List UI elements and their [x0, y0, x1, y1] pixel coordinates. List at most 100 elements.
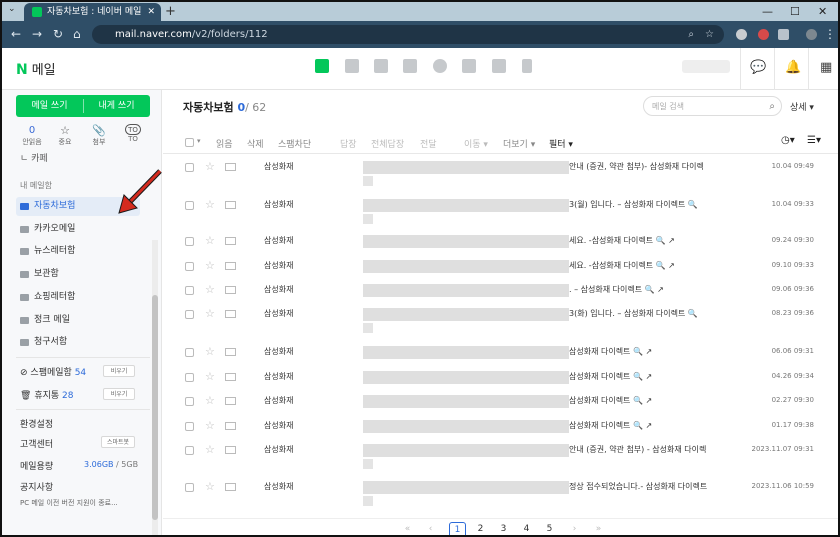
star-icon[interactable]: ☆ [205, 198, 215, 211]
calendar-service-icon[interactable] [345, 59, 359, 73]
subject[interactable]: 삼성화재 다이렉트 🔍 ↗ [569, 395, 652, 406]
support-link[interactable]: 고객센터 [20, 437, 53, 450]
folder-bills[interactable]: 청구서함 [16, 333, 140, 352]
naver-logo[interactable]: N 메일 [16, 59, 56, 78]
more-button[interactable]: 더보기 ▾ [503, 137, 535, 150]
profile-avatar-icon[interactable] [806, 29, 817, 40]
subject[interactable]: . – 삼성화재 다이렉트 🔍 ↗ [569, 284, 664, 295]
new-tab-icon[interactable]: + [165, 2, 176, 21]
row-checkbox[interactable] [185, 373, 194, 382]
spam-block-button[interactable]: 스팸차단 [278, 137, 311, 150]
close-window-icon[interactable]: ✕ [818, 2, 827, 21]
last-page-icon[interactable]: » [590, 522, 607, 535]
star-icon[interactable]: ☆ [205, 394, 215, 407]
row-checkbox[interactable] [185, 422, 194, 431]
row-checkbox[interactable] [185, 397, 194, 406]
star-icon[interactable]: ☆ [205, 480, 215, 493]
mail-row[interactable]: ☆ 삼성화재 정상 접수되었습니다.- 삼성화재 다이렉트 2023.11.06 10… [163, 476, 838, 506]
star-icon[interactable]: ☆ [205, 419, 215, 432]
user-account[interactable] [682, 60, 730, 73]
compose-self-button[interactable]: 내게 쓰기 [83, 95, 150, 117]
folder-archive[interactable]: 보관함 [16, 265, 140, 284]
browser-menu-icon[interactable]: ⋮ [824, 26, 836, 42]
row-checkbox[interactable] [185, 201, 194, 210]
forward-button[interactable]: 전달 [420, 137, 437, 150]
prev-page-icon[interactable]: ‹ [422, 522, 439, 535]
mail-row[interactable]: ☆ 삼성화재 삼성화재 다이렉트 🔍 ↗ 01.17 09:38 [163, 415, 838, 438]
row-checkbox[interactable] [185, 237, 194, 246]
row-checkbox[interactable] [185, 262, 194, 271]
reply-all-button[interactable]: 전체답장 [371, 137, 404, 150]
mail-row[interactable]: ☆ 삼성화재 삼성화재 다이렉트 🔍 ↗ 02.27 09:30 [163, 390, 838, 413]
mail-row[interactable]: ☆ 삼성화재 세요. -삼성화재 다이렉트 🔍 ↗ 09.10 09:33 [163, 255, 838, 278]
mail-row[interactable]: ☆ 삼성화재 안내 (증권, 약관 첨부) - 삼성화재 다이렉 2023.11.07… [163, 439, 838, 469]
empty-trash-button[interactable]: 비우기 [103, 388, 135, 400]
move-button[interactable]: 이동 ▾ [464, 137, 488, 150]
notice-text[interactable]: PC 메일 이전 버전 지원이 종료... [20, 498, 118, 508]
folder-kakao[interactable]: 카카오메일 [16, 220, 140, 239]
empty-spam-button[interactable]: 비우기 [103, 365, 135, 377]
subject[interactable]: 안내 (증권, 약관 첨부)- 삼성화재 다이렉 [569, 161, 704, 172]
home-service-icon[interactable] [492, 59, 506, 73]
contacts-service-icon[interactable] [403, 59, 417, 73]
mail-row[interactable]: ☆ 삼성화재 세요. -삼성화재 다이렉트 🔍 ↗ 09.24 09:30 [163, 230, 838, 253]
tab-search-icon[interactable]: ⌄ [8, 4, 16, 14]
bookmark-star-icon[interactable]: ☆ [705, 25, 714, 44]
unread-filter[interactable]: 0 안읽음 [17, 124, 47, 147]
page-3[interactable]: 3 [495, 522, 512, 535]
notice-link[interactable]: 공지사항 [20, 480, 53, 493]
reply-button[interactable]: 답장 [340, 137, 357, 150]
folder-newsletter[interactable]: 뉴스레터함 [16, 242, 140, 261]
subject[interactable]: 정상 접수되었습니다.- 삼성화재 다이렉트 [569, 481, 707, 492]
star-icon[interactable]: ☆ [205, 259, 215, 272]
delete-button[interactable]: 삭제 [247, 137, 264, 150]
row-checkbox[interactable] [185, 310, 194, 319]
sidebar-item-cafe[interactable]: ㄴ 카페 [20, 151, 48, 164]
search-icon[interactable]: ⌕ [769, 97, 775, 116]
star-icon[interactable]: ☆ [205, 307, 215, 320]
page-1[interactable]: 1 [449, 522, 466, 535]
select-all-checkbox[interactable] [185, 138, 194, 147]
settings-link[interactable]: 환경설정 [20, 417, 53, 430]
home-icon[interactable]: ⌂ [73, 26, 81, 42]
smartbot-button[interactable]: 스마트봇 [101, 436, 135, 448]
subject[interactable]: 3(월) 입니다. – 삼성화재 다이렉트 🔍 [569, 199, 698, 210]
row-checkbox[interactable] [185, 483, 194, 492]
star-icon[interactable]: ☆ [205, 160, 215, 173]
minimize-icon[interactable]: — [762, 2, 773, 21]
row-checkbox[interactable] [185, 446, 194, 455]
mail-row[interactable]: ☆ 삼성화재 삼성화재 다이렉트 🔍 ↗ 06.06 09:31 [163, 341, 838, 364]
subject[interactable]: 삼성화재 다이렉트 🔍 ↗ [569, 346, 652, 357]
tab-close-icon[interactable]: ✕ [147, 3, 155, 21]
to-me-filter[interactable]: TO TO [118, 124, 148, 143]
folder-junk[interactable]: 정크 메일 [16, 311, 140, 330]
extensions-puzzle-icon[interactable] [778, 29, 789, 40]
attachment-filter[interactable]: 📎 첨부 [84, 124, 114, 147]
first-page-icon[interactable]: « [399, 522, 416, 535]
subject[interactable]: 세요. -삼성화재 다이렉트 🔍 ↗ [569, 235, 675, 246]
subject[interactable]: 세요. -삼성화재 다이렉트 🔍 ↗ [569, 260, 675, 271]
extension-icon[interactable] [736, 29, 747, 40]
mail-search-input[interactable]: 메일 검색 ⌕ [643, 96, 782, 116]
subject[interactable]: 3(화) 입니다. – 삼성화재 다이렉트 🔍 [569, 308, 698, 319]
filter-button[interactable]: 필터 ▾ [549, 137, 573, 150]
memo-service-icon[interactable] [462, 59, 476, 73]
mail-row[interactable]: ☆ 삼성화재 삼성화재 다이렉트 🔍 ↗ 04.26 09:34 [163, 366, 838, 389]
talk-icon[interactable]: 💬 [750, 60, 766, 75]
compose-mail-button[interactable]: 메일 쓰기 [16, 95, 83, 117]
star-icon[interactable]: ☆ [205, 283, 215, 296]
next-page-icon[interactable]: › [566, 522, 583, 535]
clock-sort-icon[interactable]: ◷▾ [781, 135, 795, 146]
important-filter[interactable]: ☆ 중요 [50, 124, 80, 147]
maximize-icon[interactable]: ☐ [790, 2, 800, 21]
extension-red-icon[interactable] [758, 29, 769, 40]
subject[interactable]: 삼성화재 다이렉트 🔍 ↗ [569, 420, 652, 431]
browser-tab[interactable]: 자동차보험 : 네이버 메일 ✕ [24, 3, 161, 21]
mail-service-icon[interactable] [315, 59, 329, 73]
notification-bell-icon[interactable]: 🔔 [785, 60, 801, 75]
star-icon[interactable]: ☆ [205, 370, 215, 383]
trash-folder[interactable]: 🗑 휴지통 28 [20, 388, 73, 401]
settings-service-icon[interactable] [433, 59, 447, 73]
forward-icon[interactable]: → [32, 26, 42, 42]
zoom-icon[interactable]: ⌕ [688, 25, 694, 44]
